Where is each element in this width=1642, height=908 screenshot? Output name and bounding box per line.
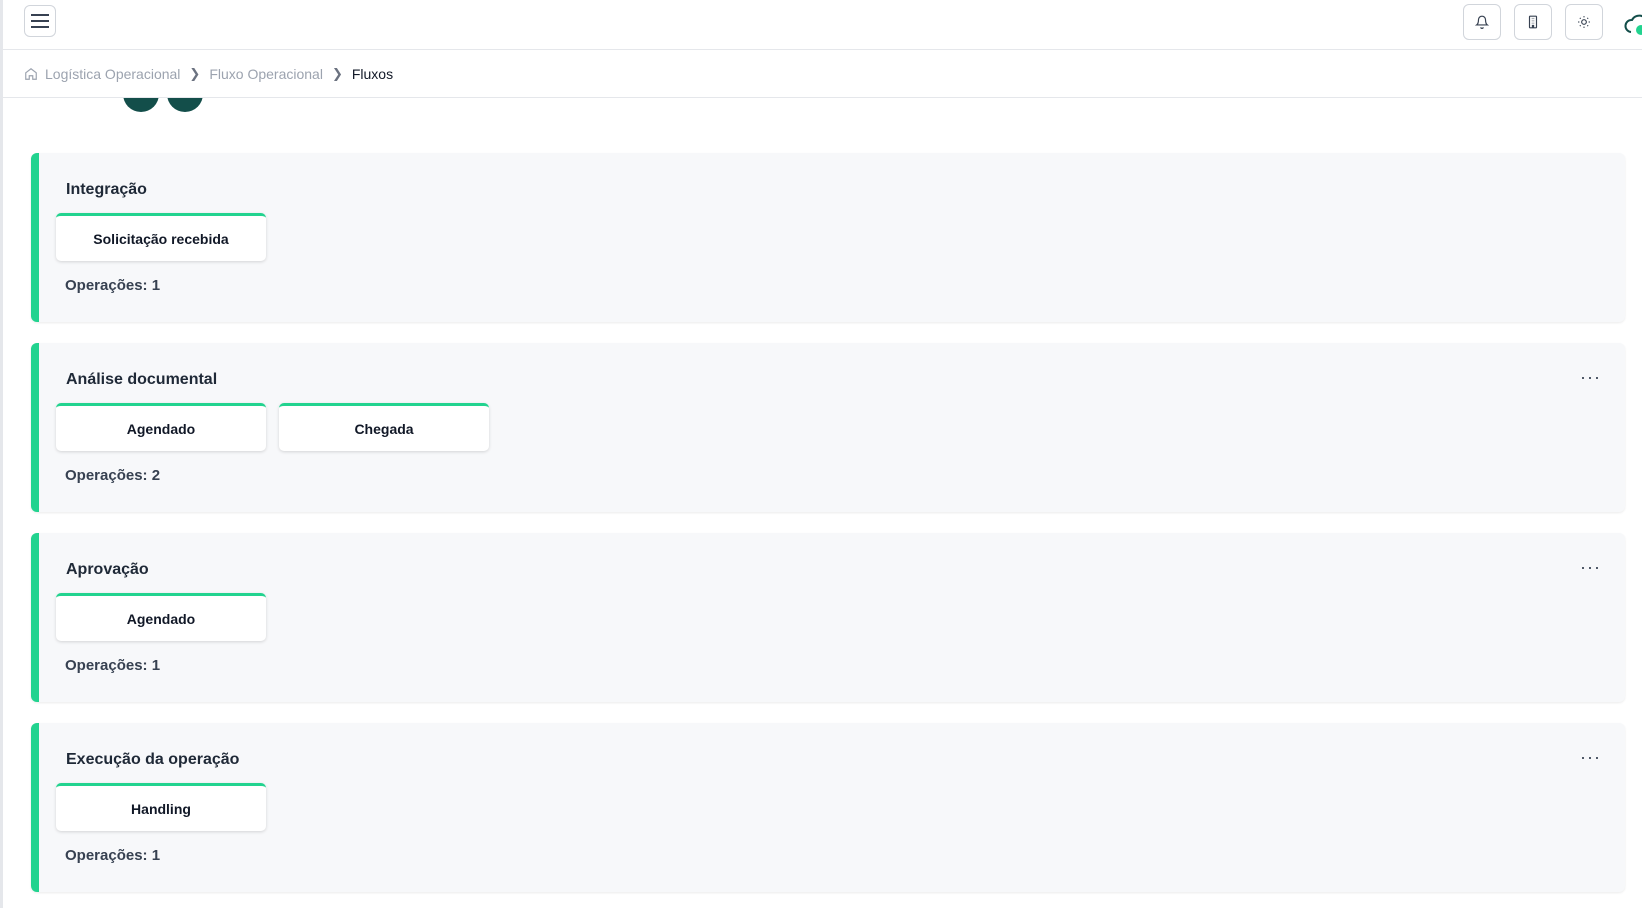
home-icon[interactable] (24, 67, 38, 81)
chevron-right-icon: ❯ (189, 65, 201, 81)
more-options-button[interactable]: ··· (1580, 748, 1601, 766)
breadcrumb-item-fluxos: Fluxos (351, 65, 394, 82)
operations-count: Operações: 2 (65, 467, 161, 484)
building-button[interactable] (1514, 4, 1552, 40)
stage-panel: Aprovação ··· Agendado Operações: 1 (31, 533, 1625, 702)
top-bar (3, 0, 1642, 50)
page: Logística Operacional ❯ Fluxo Operaciona… (0, 0, 1642, 908)
stage-cards: Handling (56, 783, 266, 831)
operations-count: Operações: 1 (65, 657, 161, 674)
theme-toggle-button[interactable] (1565, 4, 1603, 40)
stage-cards: Agendado (56, 593, 266, 641)
bell-icon (1475, 15, 1489, 29)
operations-count: Operações: 1 (65, 847, 161, 864)
top-actions (1463, 4, 1603, 40)
more-options-button[interactable]: ··· (1580, 368, 1601, 386)
stage-title: Aprovação (66, 561, 149, 578)
stage-cards: Solicitação recebida (56, 213, 266, 261)
stage-panel: Análise documental ··· Agendado Chegada … (31, 343, 1625, 512)
menu-button[interactable] (24, 5, 56, 37)
status-card[interactable]: Agendado (56, 403, 266, 451)
more-options-button[interactable]: ··· (1580, 558, 1601, 576)
status-card[interactable]: Solicitação recebida (56, 213, 266, 261)
chevron-right-icon: ❯ (331, 65, 343, 81)
stages-list: Integração Solicitação recebida Operaçõe… (31, 153, 1625, 892)
stage-panel: Integração Solicitação recebida Operaçõe… (31, 153, 1625, 322)
status-card[interactable]: Chegada (279, 403, 489, 451)
sun-icon (1578, 16, 1590, 28)
stage-title: Execução da operação (66, 751, 240, 768)
stage-title: Integração (66, 181, 147, 198)
status-card[interactable]: Agendado (56, 593, 266, 641)
status-card[interactable]: Handling (56, 783, 266, 831)
building-icon (1528, 15, 1538, 29)
breadcrumb: Logística Operacional ❯ Fluxo Operaciona… (3, 50, 1642, 98)
stage-panel: Execução da operação ··· Handling Operaç… (31, 723, 1625, 892)
breadcrumb-item-logistica[interactable]: Logística Operacional (45, 66, 180, 82)
breadcrumb-item-fluxo-operacional[interactable]: Fluxo Operacional (209, 66, 323, 82)
cloud-logo-icon[interactable] (1623, 10, 1642, 40)
operations-count: Operações: 1 (65, 277, 161, 294)
stage-title: Análise documental (66, 371, 218, 388)
stage-cards: Agendado Chegada (56, 403, 489, 451)
hamburger-menu-icon (31, 14, 49, 28)
notifications-button[interactable] (1463, 4, 1501, 40)
